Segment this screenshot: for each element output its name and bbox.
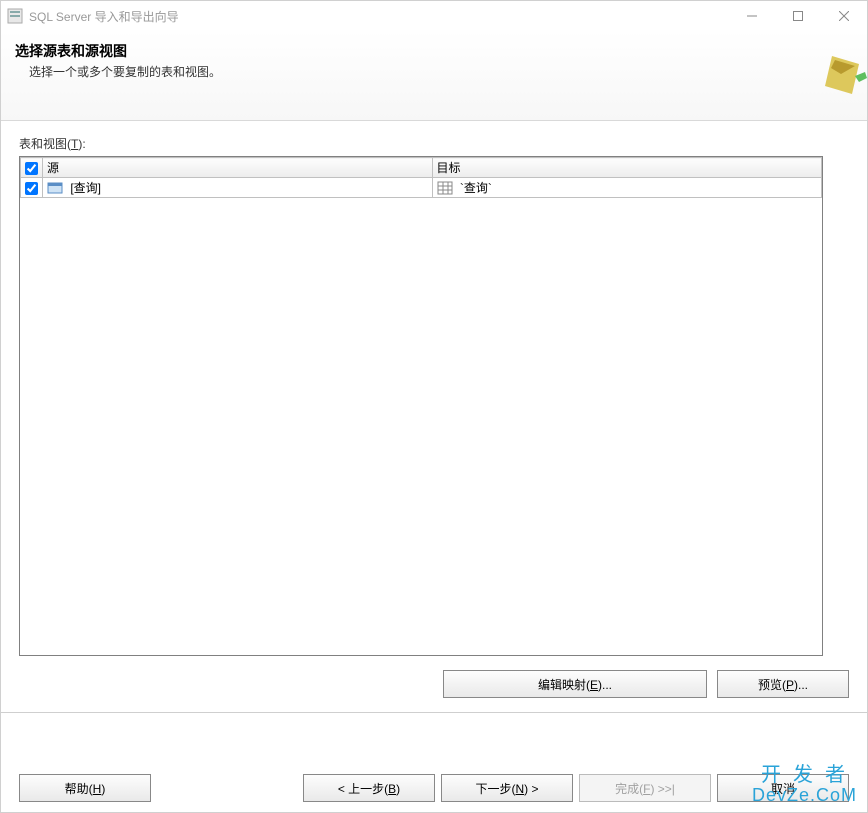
window-controls — [729, 1, 867, 31]
edit-mappings-button[interactable]: 编辑映射(E)... — [443, 670, 707, 698]
divider — [1, 712, 867, 713]
action-row: 编辑映射(E)... 预览(P)... — [19, 670, 849, 698]
close-button[interactable] — [821, 1, 867, 31]
back-button[interactable]: < 上一步(B) — [303, 774, 435, 802]
table-row[interactable]: [查询] `查询` — [21, 178, 822, 198]
titlebar: SQL Server 导入和导出向导 — [1, 1, 867, 31]
wizard-header-icon — [807, 46, 867, 106]
query-icon — [47, 180, 63, 196]
maximize-button[interactable] — [775, 1, 821, 31]
column-header-target[interactable]: 目标 — [432, 158, 822, 178]
page-description: 选择一个或多个要复制的表和视图。 — [29, 63, 853, 80]
column-header-source[interactable]: 源 — [43, 158, 433, 178]
finish-button[interactable]: 完成(F) >>| — [579, 774, 711, 802]
tables-views-label: 表和视图(T): — [19, 135, 849, 152]
target-cell: `查询` — [460, 181, 492, 195]
help-button[interactable]: 帮助(H) — [19, 774, 151, 802]
select-all-header[interactable] — [21, 158, 43, 178]
tables-grid[interactable]: 源 目标 [查询] — [19, 156, 823, 656]
page-title: 选择源表和源视图 — [15, 41, 853, 61]
content-area: 表和视图(T): 源 目标 [查询] — [1, 121, 867, 656]
window-title: SQL Server 导入和导出向导 — [29, 8, 729, 25]
select-all-checkbox[interactable] — [25, 162, 38, 175]
table-icon — [437, 180, 453, 196]
app-icon — [7, 8, 23, 24]
row-checkbox[interactable] — [25, 182, 38, 195]
wizard-footer: 帮助(H) < 上一步(B) 下一步(N) > 完成(F) >>| 取消 — [19, 774, 849, 802]
minimize-button[interactable] — [729, 1, 775, 31]
preview-button[interactable]: 预览(P)... — [717, 670, 849, 698]
next-button[interactable]: 下一步(N) > — [441, 774, 573, 802]
wizard-header: 选择源表和源视图 选择一个或多个要复制的表和视图。 — [1, 31, 867, 121]
cancel-button[interactable]: 取消 — [717, 774, 849, 802]
source-cell: [查询] — [70, 181, 101, 195]
